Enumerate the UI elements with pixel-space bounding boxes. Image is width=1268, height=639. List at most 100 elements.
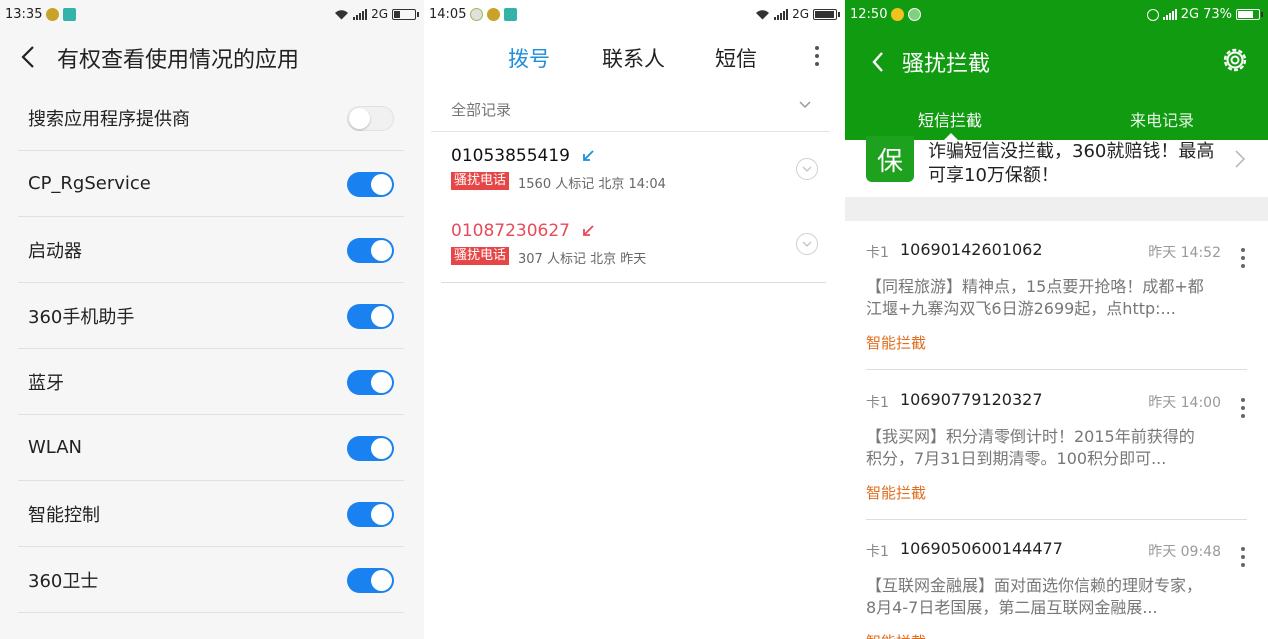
smart-block-tag: 智能拦截 bbox=[866, 631, 926, 639]
status-bar: 13:35 2G bbox=[0, 0, 424, 30]
message-date: 昨天 14:00 bbox=[1148, 395, 1221, 411]
signal-icon bbox=[1162, 9, 1177, 20]
spam-call-badge: 骚扰电话 bbox=[451, 172, 510, 190]
network-type: 2G bbox=[1180, 7, 1200, 22]
tab-sms[interactable]: 短信 bbox=[715, 43, 757, 73]
phone-number: 01053855419 bbox=[451, 146, 570, 166]
usage-access-toggle[interactable] bbox=[347, 106, 394, 131]
chevron-right-icon bbox=[1235, 150, 1246, 168]
wifi-icon bbox=[335, 9, 349, 19]
divider bbox=[866, 369, 1247, 370]
usage-access-toggle[interactable] bbox=[347, 304, 394, 329]
call-log-item[interactable]: 01053855419 骚扰电话 1560 人标记 北京 14:04 bbox=[441, 132, 826, 207]
app-permission-row[interactable]: CP_RgService bbox=[18, 151, 404, 217]
tab-sms-block[interactable]: 短信拦截 bbox=[918, 107, 982, 131]
more-options-icon[interactable] bbox=[1241, 398, 1245, 422]
app-permission-row[interactable]: 蓝牙 bbox=[18, 349, 404, 415]
insurance-promo-banner[interactable]: 保 诈骗短信没拦截，360就赔钱！最高可享10万保额！ bbox=[845, 136, 1268, 197]
message-body: 【同程旅游】精神点，15点要开抢咯！成都+都江堰+九寨沟双飞6日游2699起，点… bbox=[866, 277, 1204, 318]
expand-icon[interactable] bbox=[796, 233, 818, 255]
battery-percent: 73% bbox=[1203, 7, 1232, 22]
app-permission-row[interactable]: 智能控制 bbox=[18, 481, 404, 547]
call-filter[interactable]: 全部记录 bbox=[431, 86, 830, 132]
wifi-icon bbox=[756, 9, 770, 19]
toggle-knob bbox=[371, 174, 392, 195]
sender-number: 10690779120327 bbox=[900, 390, 1043, 409]
app-name: 360卫士 bbox=[28, 570, 99, 592]
tab-call-log[interactable]: 来电记录 bbox=[1130, 107, 1194, 131]
status-time: 12:50 bbox=[850, 7, 888, 22]
app-permission-row[interactable]: 搜索应用程序提供商 bbox=[18, 85, 404, 151]
qq-icon bbox=[470, 8, 483, 21]
toggle-knob bbox=[371, 240, 392, 261]
battery-icon bbox=[813, 8, 840, 20]
toggle-knob bbox=[371, 504, 392, 525]
call-meta: 307 人标记 北京 昨天 bbox=[518, 252, 647, 267]
app-name: 智能控制 bbox=[28, 504, 100, 526]
tab-contacts[interactable]: 联系人 bbox=[602, 43, 665, 73]
more-options-icon[interactable] bbox=[1241, 248, 1245, 272]
more-options-icon[interactable] bbox=[1241, 547, 1245, 571]
page-title: 骚扰拦截 bbox=[902, 52, 991, 77]
app-name: 搜索应用程序提供商 bbox=[28, 108, 190, 130]
back-arrow-icon[interactable] bbox=[870, 50, 886, 74]
usage-access-toggle[interactable] bbox=[347, 172, 394, 197]
toggle-knob bbox=[371, 438, 392, 459]
message-date: 昨天 14:52 bbox=[1148, 245, 1221, 261]
usage-access-toggle[interactable] bbox=[347, 502, 394, 527]
chevron-down-icon bbox=[799, 101, 811, 109]
spam-call-badge: 骚扰电话 bbox=[451, 247, 510, 265]
sender-number: 10690142601062 bbox=[900, 240, 1043, 259]
sim-card-label: 卡1 bbox=[866, 544, 889, 560]
app-name: CP_RgService bbox=[28, 173, 151, 194]
app-notification-icon bbox=[46, 8, 59, 21]
spam-block-screen: 12:50 2G 73% 骚扰拦截 短信拦截 来电记录 保 诈骗短信没拦截，36… bbox=[845, 0, 1268, 639]
usage-access-toggle[interactable] bbox=[347, 238, 394, 263]
status-time: 13:35 bbox=[5, 7, 43, 22]
network-type: 2G bbox=[371, 7, 388, 21]
app-permission-row[interactable]: WLAN bbox=[18, 415, 404, 481]
gear-icon[interactable] bbox=[1220, 45, 1250, 75]
toggle-knob bbox=[371, 570, 392, 591]
app-permission-row[interactable]: 360卫士 bbox=[18, 547, 404, 613]
header: 12:50 2G 73% 骚扰拦截 短信拦截 来电记录 bbox=[845, 0, 1268, 140]
app-notification-icon bbox=[908, 8, 921, 21]
blocked-sms-item[interactable]: 卡1 10690779120327 昨天 14:00 【我买网】积分清零倒计时！201… bbox=[866, 371, 1247, 519]
toggle-knob bbox=[371, 306, 392, 327]
blocked-sms-item[interactable]: 卡1 1069050600144477 昨天 09:48 【互联网金融展】面对面选你信… bbox=[866, 520, 1247, 639]
signal-icon bbox=[353, 8, 368, 20]
network-type: 2G bbox=[792, 7, 809, 21]
incoming-call-icon bbox=[583, 150, 594, 161]
app-permission-row[interactable]: 360手机助手 bbox=[18, 283, 404, 349]
message-date: 昨天 09:48 bbox=[1148, 544, 1221, 560]
smart-block-tag: 智能拦截 bbox=[866, 334, 927, 352]
expand-icon[interactable] bbox=[796, 158, 818, 180]
sim-card-label: 卡1 bbox=[866, 245, 889, 261]
more-options-icon[interactable] bbox=[815, 46, 819, 70]
message-body: 【互联网金融展】面对面选你信赖的理财专家，8月4-7日老国展，第二届互联网金融展… bbox=[866, 576, 1203, 617]
app-notification-icon bbox=[504, 8, 517, 21]
dialer-screen: 14:05 2G 拨号 联系人 短信 全部记录 01053855419 骚扰电话 1… bbox=[424, 0, 845, 639]
title-bar: 有权查看使用情况的应用 bbox=[0, 30, 424, 85]
blocked-sms-item[interactable]: 卡1 10690142601062 昨天 14:52 【同程旅游】精神点，15点要开抢… bbox=[866, 221, 1247, 369]
incoming-call-icon bbox=[583, 225, 594, 236]
usage-access-toggle[interactable] bbox=[347, 568, 394, 593]
app-permission-row[interactable]: 启动器 bbox=[18, 217, 404, 283]
usage-access-toggle[interactable] bbox=[347, 370, 394, 395]
tab-dialpad[interactable]: 拨号 bbox=[508, 43, 550, 73]
app-notification-icon bbox=[487, 8, 500, 21]
alarm-icon bbox=[1146, 8, 1159, 21]
call-log-item[interactable]: 01087230627 骚扰电话 307 人标记 北京 昨天 bbox=[441, 207, 826, 282]
active-tab-indicator bbox=[944, 133, 958, 140]
back-arrow-icon[interactable] bbox=[18, 44, 40, 70]
app-name: 蓝牙 bbox=[28, 372, 64, 394]
insurance-badge-icon: 保 bbox=[866, 136, 914, 182]
call-meta: 1560 人标记 北京 14:04 bbox=[518, 177, 666, 192]
toggle-knob bbox=[349, 108, 370, 129]
battery-icon bbox=[1236, 9, 1263, 20]
usage-access-toggle[interactable] bbox=[347, 436, 394, 461]
status-bar: 14:05 2G bbox=[424, 0, 845, 30]
sender-number: 1069050600144477 bbox=[900, 539, 1063, 558]
section-gap bbox=[845, 197, 1268, 221]
status-time: 14:05 bbox=[429, 7, 467, 22]
